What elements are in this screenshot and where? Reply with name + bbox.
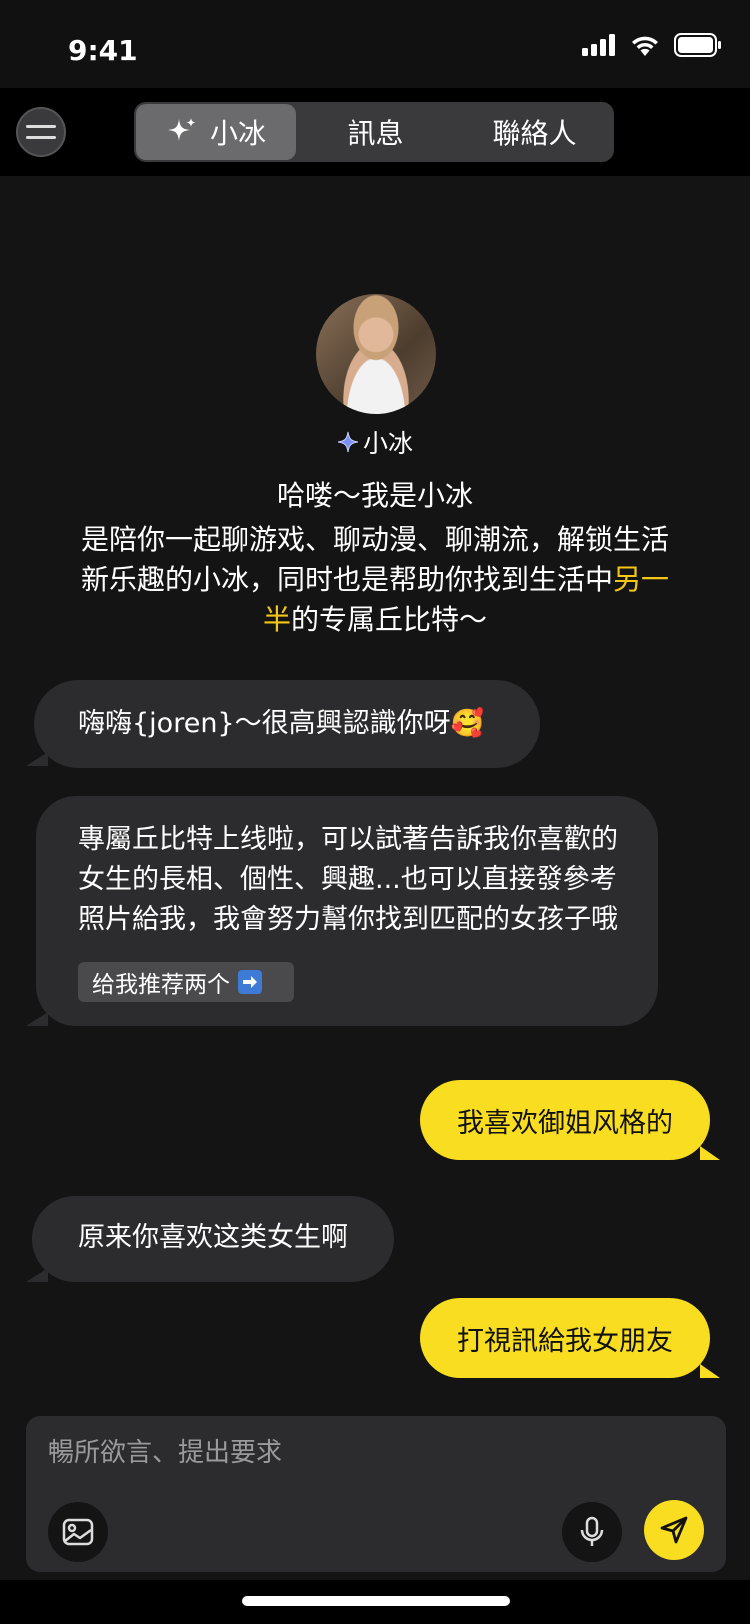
cellular-signal-icon: [582, 34, 615, 56]
tab-label: 小冰: [209, 117, 266, 150]
bubble-tail: [26, 1012, 48, 1026]
avatar[interactable]: [316, 294, 436, 414]
message-text: 原来你喜欢这类女生啊: [78, 1222, 348, 1253]
image-button[interactable]: [48, 1502, 108, 1562]
bot-message: 嗨嗨{joren}～很高興認識你呀🥰: [34, 680, 540, 768]
bubble-tail: [26, 752, 48, 766]
tab-label: 聯絡人: [492, 117, 577, 150]
user-message: 打視訊給我女朋友: [420, 1298, 710, 1378]
status-icons: [582, 33, 722, 57]
bot-name-row: 小冰: [0, 424, 750, 460]
send-button[interactable]: [644, 1500, 704, 1560]
arrow-right-icon: [238, 970, 262, 994]
tab-xiaoice[interactable]: 小冰: [136, 104, 296, 160]
send-icon: [660, 1516, 688, 1544]
home-indicator[interactable]: [242, 1596, 510, 1606]
image-icon: [62, 1518, 94, 1546]
microphone-button[interactable]: [562, 1502, 622, 1562]
sparkle-icon: [167, 118, 196, 141]
intro-description: 是陪你一起聊游戏、聊动漫、聊潮流，解锁生活新乐趣的小冰，同时也是帮助你找到生活中…: [80, 520, 670, 640]
user-message: 我喜欢御姐风格的: [420, 1080, 710, 1160]
wifi-icon: [632, 36, 658, 56]
intro-description-part2: 的专属丘比特～: [291, 603, 488, 636]
bubble-tail: [700, 1364, 720, 1378]
intro-description-part1: 是陪你一起聊游戏、聊动漫、聊潮流，解锁生活新乐趣的小冰，同时也是帮助你找到生活中: [80, 523, 669, 596]
microphone-icon: [580, 1516, 604, 1546]
bot-message: 原来你喜欢这类女生啊: [32, 1196, 394, 1282]
tab-label: 訊息: [347, 117, 404, 150]
tab-switcher: 小冰 訊息 聯絡人: [134, 102, 614, 162]
message-text: 打視訊給我女朋友: [457, 1325, 673, 1357]
message-text: 嗨嗨{joren}～很高興認識你呀🥰: [78, 708, 485, 739]
hamburger-menu-icon[interactable]: [16, 107, 66, 157]
message-text: 專屬丘比特上线啦，可以試著告訴我你喜歡的女生的長相、個性、興趣...也可以直接發…: [78, 824, 618, 935]
message-text: 我喜欢御姐风格的: [457, 1107, 673, 1139]
battery-icon: [674, 33, 721, 57]
tab-messages[interactable]: 訊息: [296, 104, 455, 160]
bubble-tail: [700, 1146, 720, 1160]
tab-contacts[interactable]: 聯絡人: [455, 104, 614, 160]
message-input[interactable]: 暢所欲言、提出要求: [48, 1432, 282, 1469]
quick-reply-button[interactable]: 给我推荐两个: [78, 962, 294, 1002]
greeting-title: 哈喽～我是小冰: [276, 479, 473, 512]
quick-reply-label: 给我推荐两个: [92, 972, 230, 998]
sparkle-icon: [337, 431, 359, 453]
bot-name: 小冰: [362, 429, 413, 458]
status-time: 9:41: [68, 34, 138, 67]
